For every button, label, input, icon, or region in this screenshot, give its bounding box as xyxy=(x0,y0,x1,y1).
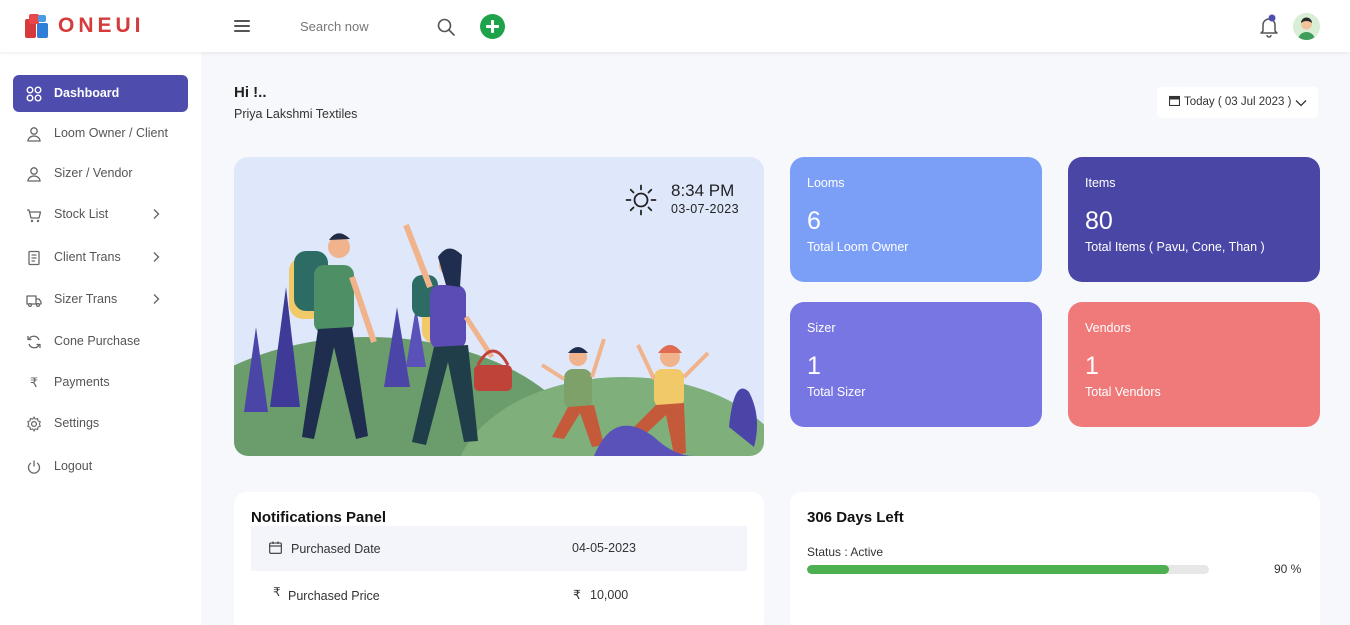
subscription-panel: 306 Days Left Status : Active 90 % xyxy=(790,492,1320,625)
refresh-icon xyxy=(27,335,41,349)
company-name: Priya Lakshmi Textiles xyxy=(234,107,358,121)
calendar-icon xyxy=(269,541,282,554)
sidebar-item-label: Stock List xyxy=(54,207,109,221)
sidebar-item-label: Logout xyxy=(54,459,93,473)
stat-card-sizer[interactable]: Sizer 1 Total Sizer xyxy=(790,302,1042,427)
notification-row-label: Purchased Price xyxy=(288,589,380,603)
current-date: 03-07-2023 xyxy=(671,202,739,216)
stat-card-value: 1 xyxy=(807,352,821,380)
stat-card-description: Total Items ( Pavu, Cone, Than ) xyxy=(1085,240,1265,254)
sidebar-item-loom-owner[interactable]: Loom Owner / Client xyxy=(13,115,188,152)
sidebar-item-label: Loom Owner / Client xyxy=(54,126,168,140)
menu-toggle-icon[interactable] xyxy=(234,20,250,33)
notification-row-label: Purchased Date xyxy=(291,542,381,556)
greeting-title: Hi !.. xyxy=(234,84,267,101)
subscription-progress-bar xyxy=(807,565,1209,574)
user-icon xyxy=(27,167,41,182)
notification-row-purchased-price: ₹ Purchased Price ₹ 10,000 xyxy=(251,572,747,617)
subscription-percent: 90 % xyxy=(1274,562,1302,576)
notification-row-currency: ₹ xyxy=(573,588,581,602)
receipt-icon xyxy=(28,250,40,266)
rupee-icon: ₹ xyxy=(273,585,281,599)
add-button[interactable] xyxy=(480,14,505,39)
top-header: ONEUI xyxy=(0,0,1350,52)
sidebar-item-label: Dashboard xyxy=(54,86,120,100)
sidebar-item-cone-purchase[interactable]: Cone Purchase xyxy=(13,323,188,360)
stat-card-description: Total Loom Owner xyxy=(807,240,909,254)
grid-icon xyxy=(26,86,42,102)
subscription-status: Status : Active xyxy=(807,545,884,559)
sidebar-item-label: Sizer Trans xyxy=(54,292,118,306)
sidebar-item-label: Payments xyxy=(54,375,110,389)
sidebar-item-label: Sizer / Vendor xyxy=(54,166,133,180)
user-avatar[interactable] xyxy=(1293,13,1320,40)
chevron-right-icon xyxy=(153,252,160,262)
sidebar-item-label: Cone Purchase xyxy=(54,334,141,348)
stat-card-vendors[interactable]: Vendors 1 Total Vendors xyxy=(1068,302,1320,427)
avatar-image xyxy=(1293,13,1320,40)
search-icon[interactable] xyxy=(436,17,456,37)
stat-card-looms[interactable]: Looms 6 Total Loom Owner xyxy=(790,157,1042,282)
stat-card-title: Looms xyxy=(807,176,845,190)
stat-card-items[interactable]: Items 80 Total Items ( Pavu, Cone, Than … xyxy=(1068,157,1320,282)
notification-row-value: 10,000 xyxy=(590,588,629,602)
user-icon xyxy=(27,127,41,142)
logo-mark-icon xyxy=(25,14,48,38)
app-name: ONEUI xyxy=(58,14,145,37)
chevron-right-icon xyxy=(153,209,160,219)
notification-row-purchased-date: Purchased Date 04-05-2023 xyxy=(251,526,747,571)
date-filter-label: Today ( 03 Jul 2023 ) xyxy=(1184,96,1292,108)
stat-card-title: Sizer xyxy=(807,321,836,335)
stat-card-value: 80 xyxy=(1085,207,1113,235)
sidebar-item-label: Client Trans xyxy=(54,250,121,264)
chevron-right-icon xyxy=(153,294,160,304)
stat-card-value: 1 xyxy=(1085,352,1099,380)
truck-icon xyxy=(26,295,42,308)
sidebar: Dashboard Loom Owner / Client Sizer / Ve… xyxy=(0,52,201,625)
days-left-title: 306 Days Left xyxy=(807,509,904,526)
stat-card-title: Items xyxy=(1085,176,1116,190)
current-time: 8:34 PM xyxy=(671,181,735,200)
notification-row-value: 04-05-2023 xyxy=(572,541,636,555)
app-logo[interactable]: ONEUI xyxy=(24,13,145,39)
power-icon xyxy=(27,460,41,474)
sidebar-item-logout[interactable]: Logout xyxy=(13,448,188,485)
sidebar-item-label: Settings xyxy=(54,416,100,430)
sidebar-item-sizer-trans[interactable]: Sizer Trans xyxy=(13,281,188,318)
welcome-illustration-card: 8:34 PM 03-07-2023 xyxy=(234,157,764,456)
sidebar-item-client-trans[interactable]: Client Trans xyxy=(13,239,188,276)
sidebar-item-payments[interactable]: ₹ Payments xyxy=(13,364,188,401)
stat-card-value: 6 xyxy=(807,207,821,235)
rupee-icon: ₹ xyxy=(29,375,39,390)
gear-icon xyxy=(27,416,41,432)
subscription-progress-fill xyxy=(807,565,1169,574)
calendar-icon xyxy=(1169,95,1180,106)
stat-card-description: Total Sizer xyxy=(807,385,866,399)
notifications-panel-title: Notifications Panel xyxy=(251,509,387,526)
notification-bell-icon[interactable] xyxy=(1258,14,1280,38)
sidebar-item-sizer-vendor[interactable]: Sizer / Vendor xyxy=(13,155,188,192)
chevron-down-icon xyxy=(1295,100,1307,107)
sidebar-item-stock-list[interactable]: Stock List xyxy=(13,196,188,233)
search-input[interactable] xyxy=(300,14,430,38)
notifications-panel: Notifications Panel Purchased Date 04-05… xyxy=(234,492,764,625)
date-filter-dropdown[interactable]: Today ( 03 Jul 2023 ) xyxy=(1157,87,1318,118)
sidebar-item-dashboard[interactable]: Dashboard xyxy=(13,75,188,112)
sun-icon xyxy=(625,184,657,216)
cart-icon xyxy=(27,209,42,223)
stat-card-title: Vendors xyxy=(1085,321,1131,335)
sidebar-item-settings[interactable]: Settings xyxy=(13,405,188,442)
stat-card-description: Total Vendors xyxy=(1085,385,1161,399)
